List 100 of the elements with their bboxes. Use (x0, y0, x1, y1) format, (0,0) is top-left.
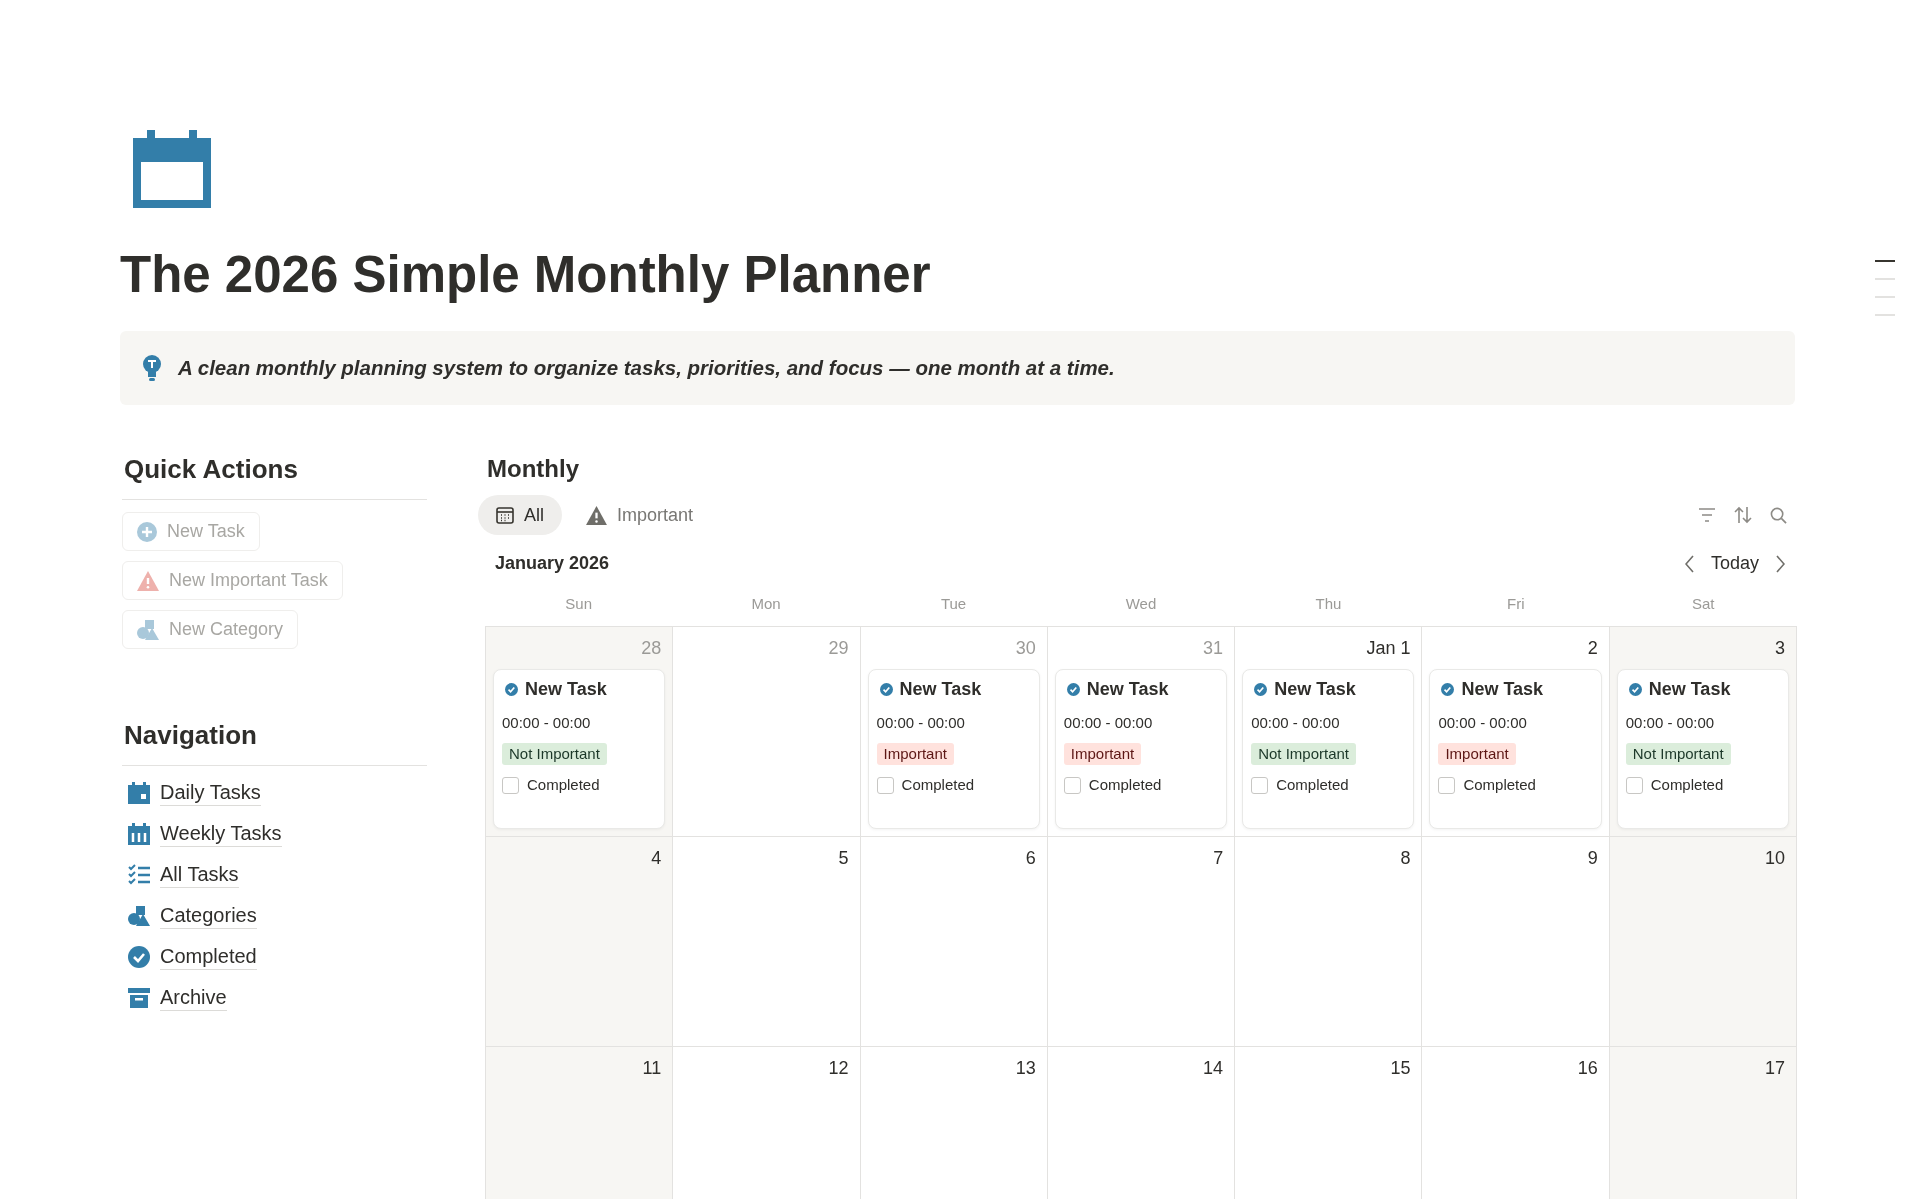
checklist-icon (128, 863, 150, 886)
calendar-icon (128, 781, 150, 804)
checkbox[interactable] (876, 776, 894, 794)
task-time: 00:00 - 00:00 (1438, 713, 1527, 733)
task-title: New Task (1086, 678, 1169, 701)
search-icon[interactable] (1770, 506, 1787, 524)
date-number: 16 (1577, 1057, 1599, 1079)
task-time: 00:00 - 00:00 (502, 713, 591, 733)
page-title: The 2026 Simple Monthly Planner (120, 245, 931, 305)
today-button[interactable]: Today (1704, 551, 1765, 576)
date-number: 6 (1025, 847, 1037, 869)
weekday-label: Tue (939, 594, 968, 614)
task-time: 00:00 - 00:00 (876, 713, 965, 733)
day-cell[interactable]: 9 (1422, 837, 1610, 1047)
weekday-label: Wed (1124, 594, 1158, 614)
section-heading: Monthly (487, 454, 580, 484)
view-tab[interactable]: All (478, 495, 562, 535)
check-circle-icon (1066, 682, 1080, 696)
section-heading: Quick Actions (123, 453, 299, 485)
weekday-label: Sun (564, 594, 594, 614)
navigation-link[interactable]: Archive (160, 984, 227, 1011)
navigation-link[interactable]: Completed (160, 943, 257, 970)
view-tab[interactable]: Important (568, 495, 712, 535)
task-card[interactable]: New Task 00:00 - 00:00 Not Important Completed (1242, 669, 1415, 829)
day-cell[interactable]: 17 (1609, 1047, 1797, 1199)
check-circle-icon (1254, 682, 1268, 696)
checkbox-label: Completed (1650, 775, 1724, 795)
task-title: New Task (899, 678, 982, 701)
shapes-icon (128, 905, 150, 926)
task-title: New Task (1648, 678, 1731, 701)
day-cell[interactable]: Jan 1 New Task 00:00 - 00:00 Not Important Completed (1235, 627, 1423, 837)
date-number: 11 (642, 1057, 663, 1079)
check-circle-icon (1628, 682, 1642, 696)
filter-icon[interactable] (1698, 508, 1716, 522)
navigation-link[interactable]: Categories (160, 902, 257, 929)
checkbox[interactable] (1251, 776, 1269, 794)
checkbox[interactable] (1625, 776, 1643, 794)
date-number: 14 (1203, 1057, 1225, 1079)
day-cell[interactable]: 7 (1047, 837, 1236, 1047)
day-cell[interactable]: 5 (673, 837, 861, 1047)
task-title: New Task (1274, 678, 1356, 701)
shapes-icon (137, 619, 159, 640)
date-number: 8 (1400, 847, 1412, 869)
date-number: 31 (1203, 637, 1225, 659)
checkbox-label: Completed (1088, 775, 1162, 795)
task-title: New Task (525, 678, 607, 701)
navigation-link[interactable]: Daily Tasks (160, 779, 261, 806)
priority-tag: Important (1063, 743, 1142, 765)
weekday-label: Thu (1314, 594, 1343, 614)
checkbox[interactable] (502, 776, 519, 794)
archive-icon (128, 986, 150, 1009)
date-number: 29 (828, 637, 850, 659)
lightbulb-icon (142, 355, 162, 381)
checkbox[interactable] (1063, 776, 1081, 794)
task-card[interactable]: New Task 00:00 - 00:00 Important Completed (1429, 669, 1602, 829)
priority-tag: Not Important (1625, 743, 1731, 765)
checkbox-label: Completed (1463, 775, 1536, 795)
chevron-right-icon[interactable] (1775, 554, 1785, 573)
sort-icon[interactable] (1734, 506, 1752, 524)
date-number: 10 (1764, 847, 1786, 869)
callout-text: A clean monthly planning system to organize tasks, priorities, and focus — one month at a time. (178, 356, 1115, 380)
day-cell[interactable]: 6 (860, 837, 1048, 1047)
task-card[interactable]: New Task 00:00 - 00:00 Important Completed (867, 669, 1040, 829)
day-cell[interactable]: 28 New Task 00:00 - 00:00 Not Important Completed (486, 627, 674, 837)
day-cell[interactable]: 4 (486, 837, 674, 1047)
plus-icon (137, 521, 157, 542)
day-cell[interactable]: 30 New Task 00:00 - 00:00 Important Completed (860, 627, 1048, 837)
priority-tag: Not Important (1251, 743, 1356, 765)
chevron-left-icon[interactable] (1684, 554, 1695, 573)
task-card[interactable]: New Task 00:00 - 00:00 Not Important Completed (493, 669, 666, 829)
check-circle-icon (879, 682, 893, 696)
checkbox-label: Completed (901, 775, 975, 795)
task-card[interactable]: New Task 00:00 - 00:00 Not Important Completed (1616, 669, 1789, 829)
navigation-link[interactable]: Weekly Tasks (160, 820, 282, 847)
date-number: 2 (1587, 637, 1599, 659)
checkbox-label: Completed (527, 775, 600, 795)
day-cell[interactable]: 3 New Task 00:00 - 00:00 Not Important Completed (1609, 627, 1797, 837)
calendar-icon (128, 822, 150, 845)
day-cell[interactable]: 10 (1609, 837, 1797, 1047)
date-number: 13 (1015, 1057, 1037, 1079)
weekday-label: Sat (1691, 594, 1716, 614)
warning-icon (586, 505, 607, 525)
date-number: 28 (641, 637, 663, 659)
navigation-link[interactable]: All Tasks (160, 861, 239, 888)
day-cell[interactable]: 11 (486, 1047, 674, 1199)
date-number: 3 (1775, 637, 1786, 659)
toc-indicator[interactable] (1875, 260, 1895, 262)
priority-tag: Not Important (502, 743, 607, 765)
day-cell[interactable]: 8 (1235, 837, 1423, 1047)
priority-tag: Important (1438, 743, 1516, 765)
task-card[interactable]: New Task 00:00 - 00:00 Important Completed (1054, 669, 1228, 829)
date-number: 5 (838, 847, 850, 869)
task-time: 00:00 - 00:00 (1063, 713, 1153, 733)
warning-icon (137, 570, 159, 591)
date-number: 7 (1213, 847, 1225, 869)
day-cell[interactable]: 2 New Task 00:00 - 00:00 Important Completed (1422, 627, 1610, 837)
day-cell[interactable]: 31 New Task 00:00 - 00:00 Important Completed (1047, 627, 1236, 837)
checkbox[interactable] (1438, 776, 1456, 794)
date-number: 17 (1764, 1057, 1786, 1079)
weekday-label: Fri (1506, 594, 1526, 614)
